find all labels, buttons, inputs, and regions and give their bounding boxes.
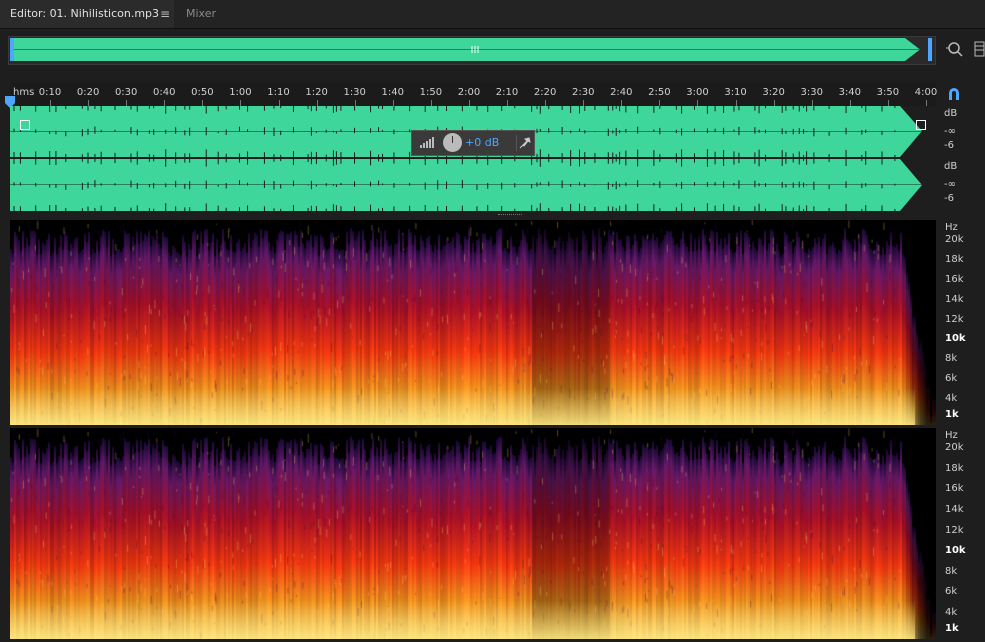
ruler-tick-label: 4:00 [914,87,938,98]
frequency-tick: 20k [945,442,964,453]
frequency-tick: 1k [945,623,959,634]
ruler-tick-label: 2:50 [648,87,671,98]
ruler-tick-label: 2:10 [495,87,519,98]
frequency-tick: 8k [945,565,958,577]
ruler-tick-label: 2:40 [610,87,633,98]
tab-editor-label: Editor: 01. Nihilisticon.mp3 [10,7,160,20]
frequency-tick: 6k [945,373,958,385]
volume-value: +0 dB [465,136,500,149]
tab-bar: Editor: 01. Nihilisticon.mp3 ≡ Mixer [0,0,985,29]
frequency-tick: 20k [945,234,964,245]
spectral-display-right[interactable] [10,428,936,639]
ruler-tick-label: 3:30 [800,87,823,98]
ruler-tick-label: 3:10 [724,87,747,98]
frequency-tick: 18k [945,253,964,265]
frequency-tick: 6k [945,586,958,598]
volume-hud[interactable]: +0 dB [411,130,535,156]
frequency-tick: 12k [945,524,964,536]
tab-editor[interactable]: Editor: 01. Nihilisticon.mp3 ≡ [0,0,174,28]
fade-out-handle[interactable] [916,120,926,130]
ruler-tick-label: 2:30 [571,87,595,98]
ruler-tick-label: 0:50 [191,87,214,98]
ruler-tick-label: 0:20 [76,87,100,98]
view-divider[interactable] [10,211,936,219]
overview-waveform[interactable] [10,38,932,61]
ruler-tick-label: 0:40 [153,87,176,98]
panel-options-icon[interactable] [974,40,985,58]
ruler-tick-label: 0:30 [114,87,138,98]
ruler-tick-label: 1:30 [343,87,366,98]
ruler-tick-label: 1:20 [305,87,328,98]
ruler-tick-label: 3:50 [876,87,900,98]
amplitude-tick: -∞ [944,126,956,137]
amplitude-scale-right: dB -∞ -6 [940,159,985,211]
tab-mixer-label: Mixer [186,7,217,20]
ruler-tick-label: 1:00 [229,87,252,98]
ruler-tick-label: 1:40 [381,87,405,98]
frequency-scale-left: Hz 20k 18k 16k 14k 12k 10k 8k 6k 4k 1k [940,220,985,425]
ruler-tick-label: 3:00 [686,87,709,98]
frequency-tick: 4k [945,607,958,618]
ruler-tick-label: 1:50 [419,87,443,98]
volume-knob[interactable] [443,133,462,152]
playhead-icon[interactable] [5,93,15,108]
frequency-tick: 4k [945,393,958,404]
amplitude-unit: dB [944,161,958,172]
zoom-icon[interactable] [946,40,964,58]
ruler-tick-label: 3:20 [762,87,785,98]
snap-magnet-icon[interactable] [946,86,962,102]
frequency-unit: Hz [945,430,958,441]
frequency-tick: 14k [945,293,964,305]
spectral-display-left[interactable] [10,220,936,425]
tab-mixer[interactable]: Mixer [176,0,226,28]
ruler-tick-label: 2:20 [533,87,557,98]
ruler-tick-label: 2:00 [457,87,481,98]
ruler-tick-label: 3:40 [838,87,862,98]
frequency-unit: Hz [945,222,958,233]
amplitude-tick: -6 [944,193,954,204]
frequency-tick: 1k [945,409,959,420]
pin-icon[interactable] [516,135,533,151]
frequency-tick: 14k [945,503,964,515]
amplitude-tick: -6 [944,140,954,151]
ruler-unit: hms [13,87,35,98]
amplitude-scale-left: dB -∞ -6 [940,106,985,157]
frequency-tick: 16k [945,273,964,285]
amplitude-tick: -∞ [944,179,956,190]
tab-menu-icon[interactable]: ≡ [160,0,170,28]
ruler-tick-label: 0:10 [38,87,62,98]
ruler-tick-label: 1:10 [267,87,290,98]
frequency-tick: 10k [945,545,966,557]
frequency-tick: 18k [945,462,964,474]
frequency-tick: 12k [945,313,964,325]
time-ruler[interactable]: hms 0:10 0:20 0:30 0:40 0:50 1:00 1:10 1:20 1:30… [10,82,938,106]
frequency-tick: 8k [945,353,958,365]
waveform-channel-right[interactable] [10,159,936,211]
frequency-tick: 10k [945,333,966,345]
frequency-scale-right: Hz 20k 18k 16k 14k 12k 10k 8k 6k 4k 1k [940,428,985,639]
fade-in-handle[interactable] [20,120,30,130]
frequency-tick: 16k [945,483,964,495]
amplitude-unit: dB [944,108,958,119]
